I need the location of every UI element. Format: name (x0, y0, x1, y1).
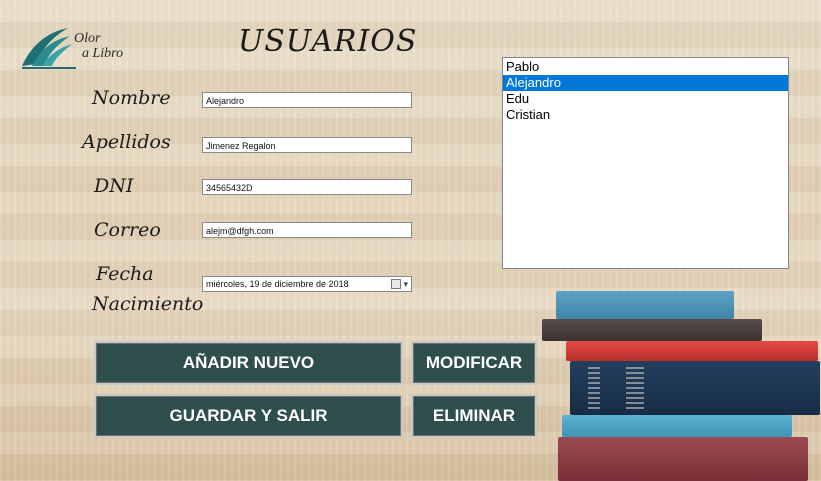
add-new-button[interactable]: AÑADIR NUEVO (94, 341, 403, 385)
logo-text-line2: a Libro (82, 46, 124, 61)
list-item[interactable]: Cristian (503, 107, 788, 123)
book-stack-image (530, 285, 821, 481)
calendar-icon (391, 279, 402, 289)
apellidos-input[interactable]: Jimenez Regalon (202, 137, 412, 153)
label-dni: DNI (94, 175, 134, 197)
list-item[interactable]: Pablo (503, 59, 788, 75)
label-fecha: Fecha (96, 263, 154, 285)
app-logo: Olor a Libro (18, 24, 148, 70)
calendar-dropdown-button[interactable]: ▾ (391, 276, 408, 292)
label-nacimiento: Nacimiento (92, 293, 204, 315)
logo-text-line1: Olor (74, 31, 101, 46)
fecha-value: miércoles, 19 de diciembre de 2018 (206, 279, 349, 289)
nombre-input[interactable]: Alejandro (202, 92, 412, 108)
delete-button[interactable]: ELIMINAR (411, 394, 537, 438)
list-item-selected[interactable]: Alejandro (503, 75, 788, 91)
label-apellidos: Apellidos (82, 131, 171, 153)
dni-input[interactable]: 34565432D (202, 179, 412, 195)
fecha-nacimiento-picker[interactable]: miércoles, 19 de diciembre de 2018 ▾ (202, 276, 412, 292)
list-item[interactable]: Edu (503, 91, 788, 107)
label-nombre: Nombre (92, 87, 171, 109)
save-and-exit-button[interactable]: GUARDAR Y SALIR (94, 394, 403, 438)
chevron-down-icon: ▾ (403, 279, 408, 289)
page-title: USUARIOS (238, 24, 418, 59)
modify-button[interactable]: MODIFICAR (411, 341, 537, 385)
correo-input[interactable]: alejm@dfgh.com (202, 222, 412, 238)
users-listbox[interactable]: Pablo Alejandro Edu Cristian (502, 57, 789, 269)
book-wings-logo-icon (22, 28, 76, 69)
label-correo: Correo (94, 219, 161, 241)
